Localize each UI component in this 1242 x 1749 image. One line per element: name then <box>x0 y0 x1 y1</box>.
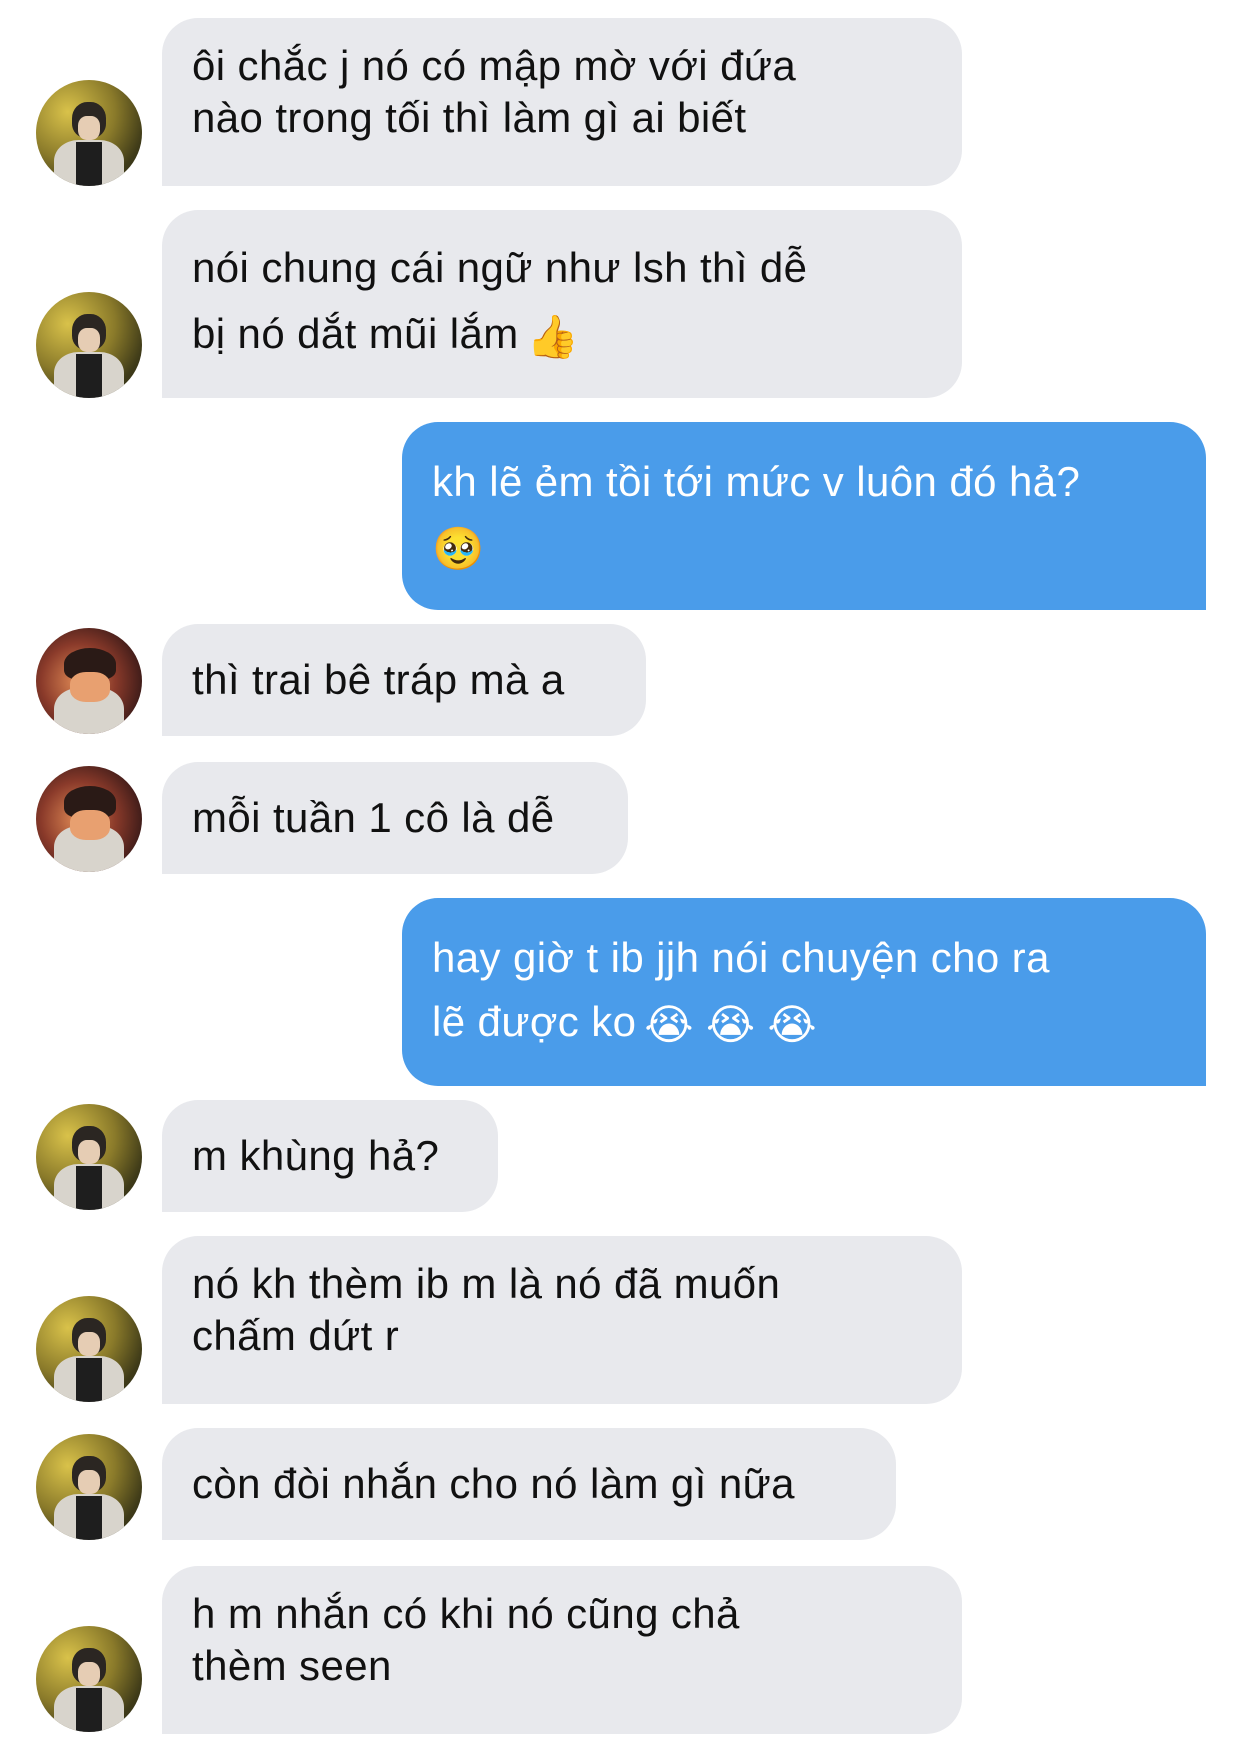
message-text: bị nó dắt mũi lắm <box>192 310 519 357</box>
contact-avatar[interactable] <box>36 1626 142 1732</box>
contact-avatar[interactable] <box>36 1434 142 1540</box>
message-line: lẽ được ko 😭 😭 😭 <box>432 996 1176 1051</box>
message-text: hay giờ t ib jjh nói chuyện cho ra <box>432 934 1050 981</box>
message-bubble-incoming[interactable]: thì trai bê tráp mà a <box>162 624 646 736</box>
message-text: ôi chắc j nó có mập mờ với đứa <box>192 42 797 89</box>
message-text: m khùng hả? <box>192 1132 440 1179</box>
contact-avatar[interactable] <box>36 1296 142 1402</box>
message-bubble-outgoing[interactable]: hay giờ t ib jjh nói chuyện cho ra lẽ đư… <box>402 898 1206 1086</box>
message-line: bị nó dắt mũi lắm 👍 <box>192 308 932 363</box>
message-text: thì trai bê tráp mà a <box>192 656 565 703</box>
message-bubble-outgoing[interactable]: kh lẽ ẻm tồi tới mức v luôn đó hả? 🥹 <box>402 422 1206 610</box>
message-text: nói chung cái ngữ như lsh thì dễ <box>192 244 808 291</box>
message-text: lẽ được ko <box>432 998 637 1045</box>
pleading-face-icon: 🥹 <box>432 524 485 572</box>
message-bubble-incoming[interactable]: nói chung cái ngữ như lsh thì dễ bị nó d… <box>162 210 962 398</box>
contact-avatar[interactable] <box>36 292 142 398</box>
message-bubble-incoming[interactable]: nó kh thèm ib m là nó đã muốn chấm dứt r <box>162 1236 962 1404</box>
message-text: thèm seen <box>192 1642 392 1689</box>
message-text: mỗi tuần 1 cô là dễ <box>192 794 555 841</box>
message-line: 🥹 <box>432 520 1176 575</box>
message-text: nào trong tối thì làm gì ai biết <box>192 94 747 141</box>
message-text: h m nhắn có khi nó cũng chả <box>192 1590 740 1637</box>
contact-avatar-2[interactable] <box>36 628 142 734</box>
message-bubble-incoming[interactable]: m khùng hả? <box>162 1100 498 1212</box>
message-text: nó kh thèm ib m là nó đã muốn <box>192 1260 781 1307</box>
contact-avatar[interactable] <box>36 80 142 186</box>
message-bubble-incoming[interactable]: mỗi tuần 1 cô là dễ <box>162 762 628 874</box>
crying-face-icon: 😭 😭 😭 <box>644 1000 817 1048</box>
message-bubble-incoming[interactable]: ôi chắc j nó có mập mờ với đứa nào trong… <box>162 18 962 186</box>
thumbs-up-icon: 👍 <box>526 312 580 360</box>
message-text: chấm dứt r <box>192 1312 400 1359</box>
message-bubble-incoming[interactable]: còn đòi nhắn cho nó làm gì nữa <box>162 1428 896 1540</box>
message-text: kh lẽ ẻm tồi tới mức v luôn đó hả? <box>432 458 1081 505</box>
message-text: còn đòi nhắn cho nó làm gì nữa <box>192 1460 795 1507</box>
message-bubble-incoming[interactable]: h m nhắn có khi nó cũng chả thèm seen <box>162 1566 962 1734</box>
contact-avatar[interactable] <box>36 1104 142 1210</box>
contact-avatar-2[interactable] <box>36 766 142 872</box>
